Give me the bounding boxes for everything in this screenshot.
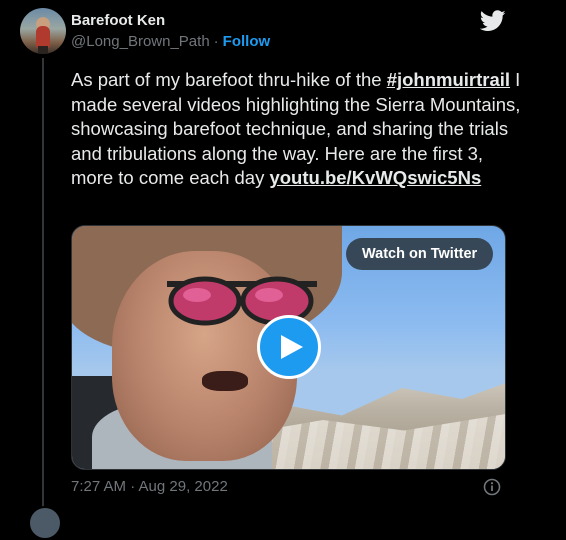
avatar-legs <box>38 46 48 54</box>
watch-on-twitter-button[interactable]: Watch on Twitter <box>346 238 494 270</box>
author-avatar[interactable] <box>20 8 66 54</box>
twitter-bird-icon[interactable] <box>480 10 506 32</box>
info-icon[interactable] <box>483 478 501 496</box>
author-name[interactable]: Barefoot Ken <box>71 12 165 29</box>
separator-dot: · <box>213 33 219 50</box>
tweet-text-intro: As part of my barefoot thru-hike of the <box>71 69 387 90</box>
follow-button[interactable]: Follow <box>223 33 271 50</box>
tweet-text: As part of my barefoot thru-hike of the … <box>71 68 521 191</box>
next-tweet-avatar[interactable] <box>28 506 62 540</box>
mouth <box>202 371 248 391</box>
thread-line <box>42 58 44 514</box>
hashtag-link[interactable]: #johnmuirtrail <box>387 69 510 90</box>
tweet-timestamp[interactable]: 7:27 AM · Aug 29, 2022 <box>71 478 228 495</box>
author-handle-row: @Long_Brown_Path · Follow <box>71 33 270 50</box>
play-button[interactable] <box>257 315 321 379</box>
video-thumbnail[interactable]: Watch on Twitter <box>71 225 506 470</box>
play-icon <box>281 335 303 359</box>
video-link[interactable]: youtu.be/KvWQswic5Ns <box>269 167 481 188</box>
avatar-figure <box>36 26 50 48</box>
author-handle[interactable]: @Long_Brown_Path <box>71 33 210 50</box>
